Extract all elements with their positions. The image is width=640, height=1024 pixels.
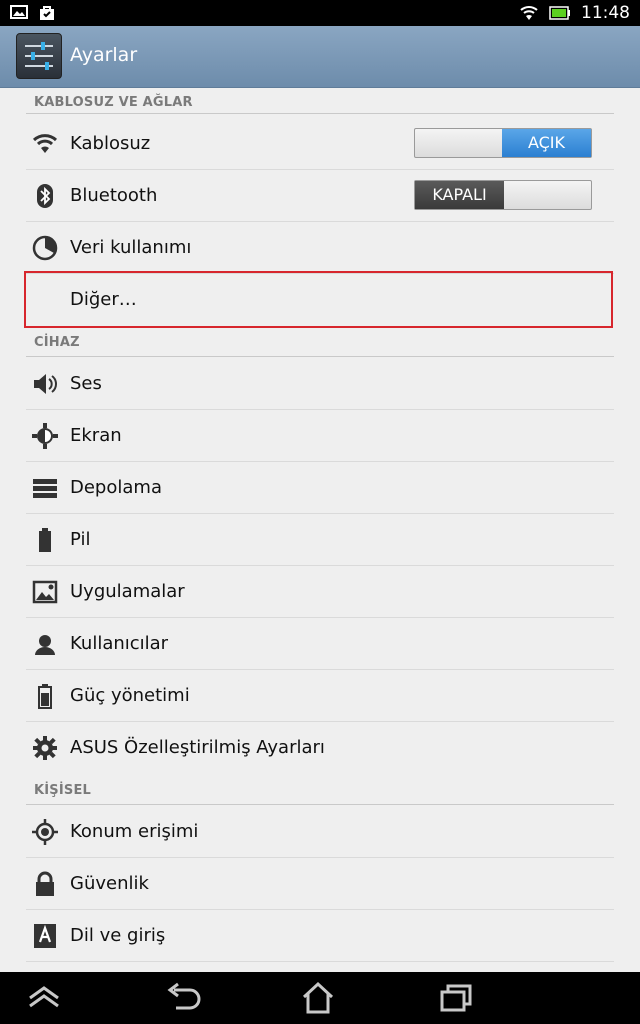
toggle-state: AÇIK bbox=[502, 129, 591, 157]
settings-item-label: Güç yönetimi bbox=[70, 685, 190, 706]
settings-item-security[interactable]: Güvenlik bbox=[26, 858, 614, 910]
back-icon[interactable] bbox=[164, 980, 204, 1016]
speaker-icon bbox=[34, 374, 57, 394]
settings-item-label: Ses bbox=[70, 373, 102, 394]
recent-apps-icon[interactable] bbox=[436, 980, 476, 1016]
settings-item-label: Ekran bbox=[70, 425, 122, 446]
brightness-icon bbox=[32, 423, 58, 449]
row-divider bbox=[26, 961, 614, 962]
section-header-wireless: KABLOSUZ VE AĞLAR bbox=[34, 95, 193, 110]
settings-item-users[interactable]: Kullanıcılar bbox=[26, 618, 614, 670]
settings-item-data-usage[interactable]: Veri kullanımı bbox=[26, 222, 614, 274]
location-icon bbox=[32, 819, 58, 845]
settings-item-battery[interactable]: Pil bbox=[26, 514, 614, 566]
page-title: Ayarlar bbox=[70, 44, 138, 66]
toggle-state: KAPALI bbox=[415, 181, 504, 209]
power-battery-icon bbox=[38, 684, 52, 709]
section-header-personal: KİŞİSEL bbox=[34, 783, 92, 798]
settings-item-apps[interactable]: Uygulamalar bbox=[26, 566, 614, 618]
settings-item-label: Konum erişimi bbox=[70, 821, 199, 842]
lock-icon bbox=[36, 871, 54, 896]
settings-item-storage[interactable]: Depolama bbox=[26, 462, 614, 514]
gear-icon bbox=[33, 736, 57, 760]
battery-icon bbox=[39, 528, 51, 552]
section-divider bbox=[26, 113, 614, 114]
settings-item-label: Kullanıcılar bbox=[70, 633, 169, 654]
bluetooth-toggle[interactable]: KAPALI bbox=[414, 180, 592, 210]
settings-item-power-management[interactable]: Güç yönetimi bbox=[26, 670, 614, 722]
home-icon[interactable] bbox=[298, 980, 338, 1016]
highlight-box bbox=[24, 271, 613, 328]
battery-icon bbox=[549, 6, 570, 20]
wifi-icon bbox=[520, 6, 538, 20]
settings-item-label: ASUS Özelleştirilmiş Ayarları bbox=[70, 737, 325, 758]
settings-item-label: Güvenlik bbox=[70, 873, 149, 894]
gallery-icon bbox=[10, 5, 28, 19]
settings-item-asus-custom[interactable]: ASUS Özelleştirilmiş Ayarları bbox=[26, 722, 614, 774]
recent-up-icon[interactable] bbox=[24, 980, 64, 1016]
storage-icon bbox=[33, 479, 57, 498]
settings-list[interactable]: KABLOSUZ VE AĞLAR Kablosuz AÇIK Bluetoot… bbox=[0, 88, 640, 972]
settings-item-sound[interactable]: Ses bbox=[26, 358, 614, 410]
settings-item-label: Veri kullanımı bbox=[70, 237, 192, 258]
settings-item-label: Bluetooth bbox=[70, 185, 158, 206]
settings-item-wifi[interactable]: Kablosuz AÇIK bbox=[26, 118, 614, 170]
bluetooth-icon bbox=[37, 184, 53, 208]
settings-item-label: Uygulamalar bbox=[70, 581, 185, 602]
navigation-bar bbox=[0, 972, 640, 1024]
settings-item-display[interactable]: Ekran bbox=[26, 410, 614, 462]
keyboard-a-icon bbox=[34, 924, 56, 948]
wifi-icon bbox=[32, 134, 58, 153]
settings-item-label: Pil bbox=[70, 529, 91, 550]
section-header-device: CİHAZ bbox=[34, 335, 80, 350]
settings-sliders-icon[interactable] bbox=[16, 33, 62, 79]
apps-icon bbox=[32, 580, 58, 604]
clock: 11:48 bbox=[581, 3, 630, 23]
settings-item-language-input[interactable]: Dil ve giriş bbox=[26, 910, 614, 962]
data-usage-icon bbox=[32, 235, 58, 261]
settings-item-label: Kablosuz bbox=[70, 133, 151, 154]
settings-item-label: Dil ve giriş bbox=[70, 925, 166, 946]
action-bar: Ayarlar bbox=[0, 26, 640, 88]
section-divider bbox=[26, 804, 614, 805]
shopping-bag-icon bbox=[40, 6, 54, 20]
settings-item-bluetooth[interactable]: Bluetooth KAPALI bbox=[26, 170, 614, 222]
user-icon bbox=[35, 635, 55, 655]
settings-item-location[interactable]: Konum erişimi bbox=[26, 806, 614, 858]
section-divider bbox=[26, 356, 614, 357]
wifi-toggle[interactable]: AÇIK bbox=[414, 128, 592, 158]
settings-item-label: Depolama bbox=[70, 477, 162, 498]
status-bar: 11:48 bbox=[0, 0, 640, 26]
